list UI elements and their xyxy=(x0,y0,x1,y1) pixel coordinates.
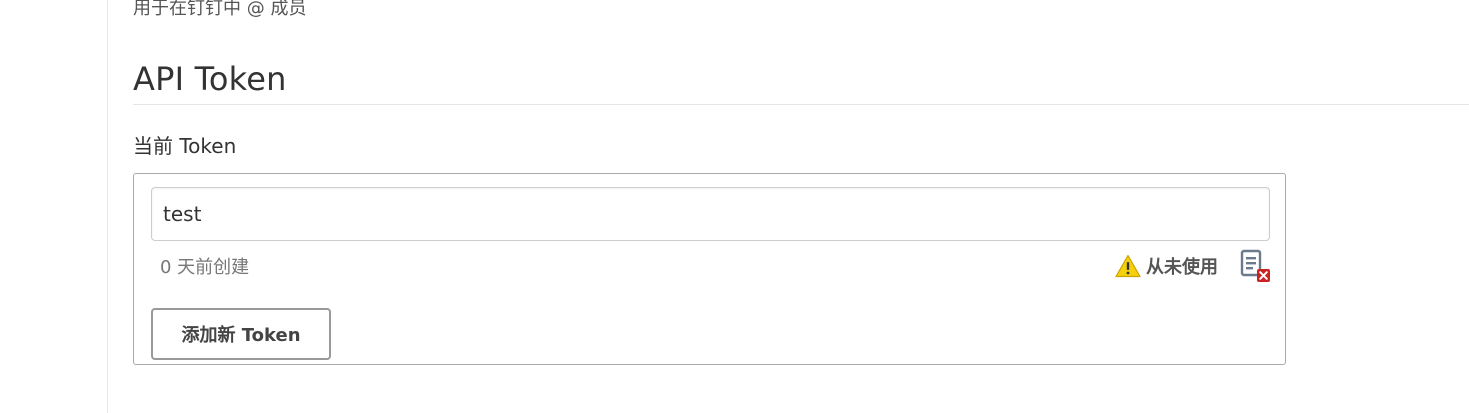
delete-icon[interactable] xyxy=(1240,249,1272,283)
current-token-label: 当前 Token xyxy=(133,134,237,158)
dingtalk-hint: 用于在钉钉中 @ 成员 xyxy=(133,0,307,19)
token-usage-status: 从未使用 xyxy=(1115,252,1218,280)
token-created-text: 0 天前创建 xyxy=(160,257,250,278)
section-title: API Token xyxy=(133,60,287,98)
add-token-button[interactable]: 添加新 Token xyxy=(151,308,331,360)
token-panel: 0 天前创建 从未使用 添加新 Token xyxy=(133,173,1286,365)
section-divider xyxy=(133,104,1469,105)
token-input[interactable] xyxy=(151,187,1270,241)
page: 用于在钉钉中 @ 成员 API Token 当前 Token 0 天前创建 从未… xyxy=(0,0,1469,413)
warning-icon xyxy=(1115,254,1141,278)
usage-status-text: 从未使用 xyxy=(1146,257,1218,278)
sidebar-divider xyxy=(107,0,108,413)
